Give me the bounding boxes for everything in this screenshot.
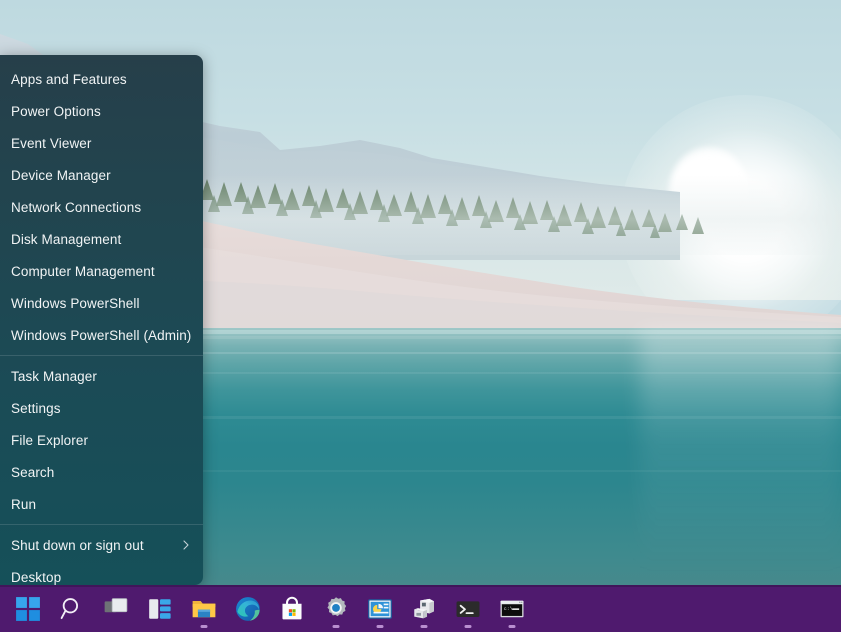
- device-button[interactable]: [402, 587, 446, 631]
- running-indicator: [377, 625, 384, 628]
- running-indicator: [465, 625, 472, 628]
- command-prompt-button[interactable]: c:\: [490, 587, 534, 631]
- terminal-button[interactable]: [446, 587, 490, 631]
- menu-item-shut-down-or-sign-out[interactable]: Shut down or sign out: [0, 529, 203, 561]
- menu-item-label: Windows PowerShell: [11, 296, 191, 311]
- menu-item-label: Settings: [11, 401, 191, 416]
- edge-icon: [235, 596, 261, 622]
- task-view-button[interactable]: [94, 587, 138, 631]
- menu-item-network-connections[interactable]: Network Connections: [0, 191, 203, 223]
- menu-item-label: Network Connections: [11, 200, 191, 215]
- menu-item-label: Power Options: [11, 104, 191, 119]
- command-prompt-icon: c:\: [499, 596, 525, 622]
- running-indicator: [333, 625, 340, 628]
- search-button[interactable]: [50, 587, 94, 631]
- svg-text:c:\: c:\: [504, 606, 513, 612]
- menu-item-label: Event Viewer: [11, 136, 191, 151]
- menu-item-apps-and-features[interactable]: Apps and Features: [0, 63, 203, 95]
- menu-item-label: Search: [11, 465, 191, 480]
- menu-item-label: Computer Management: [11, 264, 191, 279]
- menu-item-label: Run: [11, 497, 191, 512]
- menu-item-label: Task Manager: [11, 369, 191, 384]
- menu-item-label: Desktop: [11, 570, 191, 585]
- menu-item-event-viewer[interactable]: Event Viewer: [0, 127, 203, 159]
- menu-item-windows-powershell[interactable]: Windows PowerShell: [0, 287, 203, 319]
- widgets-icon: [147, 596, 173, 622]
- sun-reflection: [640, 330, 840, 570]
- menu-item-task-manager[interactable]: Task Manager: [0, 360, 203, 392]
- menu-item-run[interactable]: Run: [0, 488, 203, 520]
- menu-item-label: Disk Management: [11, 232, 191, 247]
- menu-separator: [0, 355, 203, 356]
- menu-item-label: Apps and Features: [11, 72, 191, 87]
- menu-item-device-manager[interactable]: Device Manager: [0, 159, 203, 191]
- power-user-menu[interactable]: Apps and Features Power Options Event Vi…: [0, 55, 203, 585]
- taskbar[interactable]: c:\: [0, 585, 841, 632]
- menu-item-settings[interactable]: Settings: [0, 392, 203, 424]
- menu-item-search[interactable]: Search: [0, 456, 203, 488]
- terminal-icon: [455, 596, 481, 622]
- screen: Apps and Features Power Options Event Vi…: [0, 0, 841, 632]
- running-indicator: [421, 625, 428, 628]
- settings-button[interactable]: [314, 587, 358, 631]
- menu-item-label: File Explorer: [11, 433, 191, 448]
- gear-icon: [323, 596, 349, 622]
- task-view-icon: [103, 596, 129, 622]
- menu-item-power-options[interactable]: Power Options: [0, 95, 203, 127]
- menu-item-desktop[interactable]: Desktop: [0, 561, 203, 585]
- menu-item-computer-management[interactable]: Computer Management: [0, 255, 203, 287]
- windows-logo-icon: [15, 596, 41, 622]
- file-explorer-icon: [191, 596, 217, 622]
- menu-item-label: Device Manager: [11, 168, 191, 183]
- store-button[interactable]: [270, 587, 314, 631]
- menu-item-file-explorer[interactable]: File Explorer: [0, 424, 203, 456]
- running-indicator: [509, 625, 516, 628]
- menu-item-label: Windows PowerShell (Admin): [11, 328, 191, 343]
- menu-separator: [0, 524, 203, 525]
- control-panel-button[interactable]: [358, 587, 402, 631]
- menu-item-disk-management[interactable]: Disk Management: [0, 223, 203, 255]
- start-button[interactable]: [6, 587, 50, 631]
- microsoft-store-icon: [279, 596, 305, 622]
- control-panel-icon: [367, 596, 393, 622]
- menu-item-label: Shut down or sign out: [11, 538, 181, 553]
- edge-button[interactable]: [226, 587, 270, 631]
- file-explorer-button[interactable]: [182, 587, 226, 631]
- running-indicator: [201, 625, 208, 628]
- widgets-button[interactable]: [138, 587, 182, 631]
- printer-icon: [411, 596, 437, 622]
- search-icon: [59, 596, 85, 622]
- menu-item-windows-powershell-admin[interactable]: Windows PowerShell (Admin): [0, 319, 203, 351]
- chevron-right-icon: [181, 540, 191, 550]
